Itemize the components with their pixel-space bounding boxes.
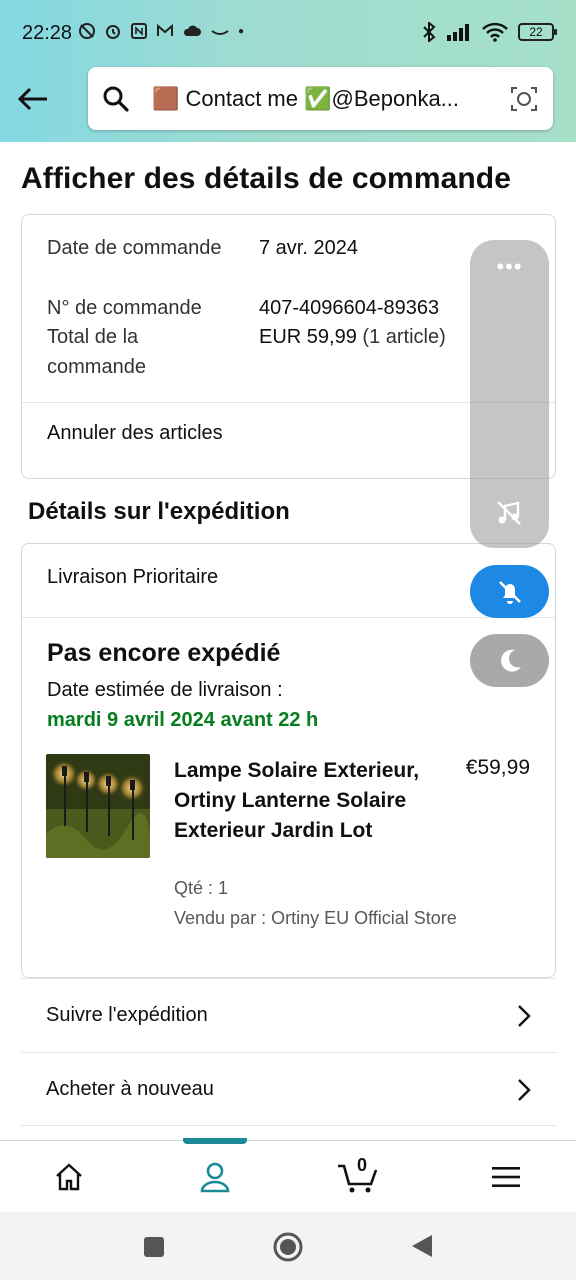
chevron-right-icon bbox=[518, 1005, 531, 1027]
product-image[interactable] bbox=[46, 754, 150, 858]
battery-icon: 22 bbox=[518, 23, 557, 41]
page-title: Afficher des détails de commande bbox=[21, 162, 512, 195]
product-title-link[interactable]: Lampe Solaire Exterieur, Ortiny Lanterne… bbox=[174, 756, 434, 846]
floating-panel[interactable]: ••• bbox=[470, 240, 549, 548]
bell-off-icon bbox=[498, 580, 521, 604]
bluetooth-icon bbox=[423, 22, 436, 42]
chevron-right-icon bbox=[518, 1079, 531, 1101]
dnd-icon bbox=[79, 23, 95, 39]
track-shipment-row[interactable]: Suivre l'expédition bbox=[21, 978, 556, 1052]
alarm-icon bbox=[106, 25, 120, 39]
moon-icon bbox=[500, 649, 521, 672]
mute-notifications-button[interactable] bbox=[470, 565, 549, 618]
solar-lamp-image bbox=[46, 754, 150, 858]
back-button[interactable] bbox=[14, 80, 52, 118]
order-date-value: 7 avr. 2024 bbox=[259, 237, 358, 259]
app-header: 22:28 ● 22 🟫 Contact me ✅@Beponka... bbox=[0, 0, 576, 142]
divider bbox=[22, 617, 555, 618]
cart-count-badge: 0 bbox=[357, 1155, 368, 1175]
status-left-icons: ● bbox=[78, 22, 244, 40]
nfc-icon bbox=[131, 23, 147, 39]
shipping-section-title: Détails sur l'expédition bbox=[28, 498, 290, 525]
order-date-label: Date de commande bbox=[47, 237, 222, 259]
nav-home[interactable] bbox=[33, 1141, 105, 1213]
order-number-value: 407-4096604-89363 bbox=[259, 297, 440, 319]
hamburger-menu-icon bbox=[492, 1167, 520, 1187]
delivery-estimate-date: mardi 9 avril 2024 avant 22 h bbox=[47, 709, 319, 731]
nav-cart[interactable] bbox=[322, 1141, 394, 1213]
back-arrow-icon bbox=[17, 87, 47, 111]
order-total-value: EUR 59,99 (1 article) bbox=[259, 322, 446, 352]
status-right-icons: 22 bbox=[422, 22, 557, 42]
status-bar: 22:28 ● 22 bbox=[0, 0, 576, 64]
order-total-items: (1 article) bbox=[362, 326, 446, 348]
search-bar[interactable]: 🟫 Contact me ✅@Beponka... bbox=[88, 67, 553, 130]
back-triangle-icon[interactable] bbox=[410, 1233, 434, 1259]
search-icon bbox=[103, 86, 129, 112]
shipping-method: Livraison Prioritaire bbox=[47, 566, 219, 588]
system-navigation-bar bbox=[0, 1212, 576, 1280]
signal-icon bbox=[447, 24, 469, 41]
product-price: €59,99 bbox=[465, 756, 530, 779]
buy-again-row[interactable]: Acheter à nouveau bbox=[21, 1052, 556, 1126]
person-icon bbox=[200, 1162, 230, 1193]
more-notifications-dot: ● bbox=[238, 25, 245, 37]
more-options-icon[interactable]: ••• bbox=[470, 254, 549, 280]
home-icon bbox=[56, 1163, 82, 1191]
cancel-items-link[interactable]: Annuler des articles bbox=[47, 422, 223, 445]
music-off-icon[interactable] bbox=[494, 498, 524, 528]
cloud-icon bbox=[183, 25, 201, 36]
recents-icon[interactable] bbox=[143, 1236, 165, 1258]
camera-search-icon[interactable] bbox=[509, 84, 539, 114]
status-time: 22:28 bbox=[22, 22, 73, 44]
gmail-icon bbox=[157, 23, 173, 36]
product-seller: Vendu par : Ortiny EU Official Store bbox=[174, 908, 457, 928]
delivery-estimate-label: Date estimée de livraison : bbox=[47, 679, 283, 701]
search-query[interactable]: 🟫 Contact me ✅@Beponka... bbox=[152, 86, 499, 112]
nav-menu[interactable] bbox=[470, 1141, 542, 1213]
home-circle-icon[interactable] bbox=[272, 1231, 304, 1263]
amazon-smile-icon bbox=[211, 30, 229, 35]
shipment-status: Pas encore expédié bbox=[47, 639, 281, 667]
wifi-icon bbox=[482, 22, 508, 42]
dark-mode-button[interactable] bbox=[470, 634, 549, 687]
product-quantity: Qté : 1 bbox=[174, 878, 229, 898]
nav-account[interactable] bbox=[179, 1141, 251, 1213]
order-total-amount: EUR 59,99 bbox=[259, 326, 357, 348]
order-number-label: N° de commande bbox=[47, 297, 202, 319]
order-total-label: Total de la commande bbox=[47, 326, 146, 378]
track-shipment-label: Suivre l'expédition bbox=[46, 1004, 208, 1026]
bottom-navigation bbox=[0, 1138, 576, 1213]
buy-again-label: Acheter à nouveau bbox=[46, 1077, 214, 1100]
